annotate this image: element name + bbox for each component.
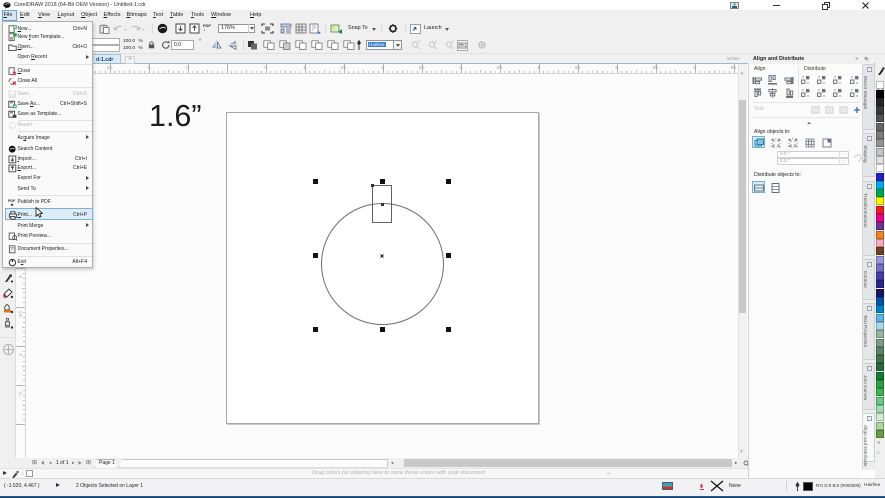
- svg-text:PDF: PDF: [8, 199, 16, 203]
